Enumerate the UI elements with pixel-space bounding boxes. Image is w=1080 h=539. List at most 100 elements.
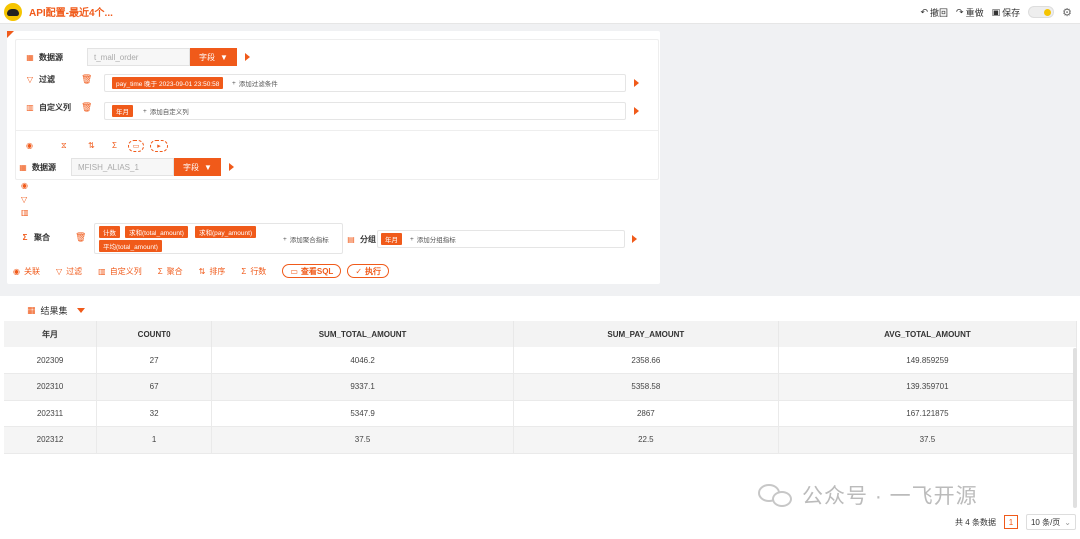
agg-tag[interactable]: 平均(total_amount) <box>99 240 162 252</box>
trash-icon[interactable]: 🗑 <box>75 232 86 243</box>
filter-box: pay_time 晚于 2023-09-01 23:50:58 + 添加过滤条件 <box>104 74 626 92</box>
table-icon: ▦ <box>27 305 36 315</box>
filter-button[interactable]: ▽ 过滤 <box>56 266 82 277</box>
caret-down-icon: ▼ <box>220 52 228 62</box>
view-sql-button[interactable]: ▭ 查看SQL <box>282 264 342 278</box>
custom-column-tag[interactable]: 年月 <box>112 105 133 117</box>
rows-button[interactable]: Σ 行数 <box>241 266 266 277</box>
trash-icon[interactable]: 🗑 <box>81 74 92 85</box>
app-title: API配置-最近4个... <box>29 8 113 19</box>
save-icon: ▣ <box>991 6 1001 17</box>
builder-toolbar: ◉ 关联 ▽ 过滤 ▥ 自定义列 Σ 聚合 ⇅ 排序 Σ 行数 ▭ 查看SQL ✓ 执行 <box>13 264 395 278</box>
page-number-button[interactable]: 1 <box>1003 515 1018 529</box>
table-cell: 149.859259 <box>778 347 1078 374</box>
app-logo <box>4 2 22 21</box>
add-filter-button[interactable]: + 添加过滤条件 <box>232 78 278 89</box>
add-custom-column-button[interactable]: + 添加自定义列 <box>143 106 189 117</box>
filter-icon: ▽ <box>26 75 34 84</box>
sum-icon[interactable]: Σ <box>112 141 117 150</box>
table-icon: ▦ <box>26 52 34 62</box>
field-button-2[interactable]: 字段 ▼ <box>174 158 221 176</box>
table-cell: 2358.66 <box>513 347 779 374</box>
add-aggregation-button[interactable]: + 添加聚合指标 <box>283 234 329 245</box>
filter-tag[interactable]: pay_time 晚于 2023-09-01 23:50:58 <box>112 77 224 89</box>
agg-tag[interactable]: 求和(total_amount) <box>125 226 188 238</box>
eye-icon[interactable]: ◉ <box>21 181 28 190</box>
sql-icon: ▭ <box>290 266 298 276</box>
gear-icon[interactable]: ⚙ <box>1062 6 1072 19</box>
custom-column-button[interactable]: ▥ 自定义列 <box>98 266 142 277</box>
datasource-input-2[interactable]: MFISH_ALIAS_1 <box>71 158 174 176</box>
agg-tag[interactable]: 计数 <box>99 226 120 238</box>
results-table: 年月 COUNT0 SUM_TOTAL_AMOUNT SUM_PAY_AMOUN… <box>4 321 1078 454</box>
table-cell: 167.121875 <box>778 400 1078 427</box>
results-header[interactable]: ▦ 结果集 <box>27 304 85 317</box>
eye-icon[interactable]: ◉ <box>26 141 33 150</box>
table-row: 202312 1 37.5 22.5 37.5 <box>4 426 1078 454</box>
filter-icon: ▽ <box>55 266 63 276</box>
sort-button[interactable]: ⇅ 排序 <box>199 266 226 277</box>
add-group-button[interactable]: + 添加分组指标 <box>410 234 456 245</box>
undo-button[interactable]: ↶ 撤回 <box>920 6 948 19</box>
vertical-scrollbar[interactable] <box>1073 348 1077 508</box>
redo-icon: ↷ <box>956 6 964 17</box>
datasource-row-1: ▦ 数据源 t_mall_order 字段 ▼ <box>25 48 250 66</box>
filter-icon[interactable]: ⧖ <box>61 141 67 151</box>
group-icon: ▤ <box>347 235 355 244</box>
sum-icon: Σ <box>157 266 163 276</box>
pagination: 共 4 条数据 1 10 条/页 ⌄ <box>955 514 1076 530</box>
table-cell: 202310 <box>4 373 97 401</box>
column-header[interactable]: SUM_PAY_AMOUNT <box>513 321 779 347</box>
aggregate-button[interactable]: Σ 聚合 <box>158 266 183 277</box>
expand-arrow-icon[interactable] <box>634 79 639 87</box>
join-button[interactable]: ◉ 关联 <box>13 266 40 277</box>
expand-arrow-icon[interactable] <box>245 53 250 61</box>
eye-icon: ◉ <box>13 266 20 276</box>
filter-icon[interactable]: ▽ <box>21 195 27 204</box>
save-button[interactable]: ▣ 保存 <box>992 6 1021 19</box>
table-cell: 2867 <box>513 400 779 427</box>
table-cell: 5347.9 <box>211 400 514 427</box>
table-cell: 139.359701 <box>778 373 1078 401</box>
group-label: ▤ 分组 <box>347 235 376 244</box>
agg-tag[interactable]: 求和(pay_amount) <box>195 226 257 238</box>
field-button[interactable]: 字段 ▼ <box>190 48 237 66</box>
table-cell: 37.5 <box>778 426 1078 454</box>
sql-pill-icon[interactable]: ▭ <box>128 140 144 152</box>
column-header[interactable]: 年月 <box>4 321 97 347</box>
wechat-logo-icon <box>758 482 794 508</box>
column-header[interactable]: COUNT0 <box>96 321 213 347</box>
column-header[interactable]: AVG_TOTAL_AMOUNT <box>778 321 1078 347</box>
datasource-row-2: ▦ 数据源 MFISH_ALIAS_1 字段 ▼ <box>18 158 234 176</box>
trash-icon[interactable]: 🗑 <box>81 102 92 113</box>
table-cell: 27 <box>96 347 213 374</box>
page-size-select[interactable]: 10 条/页 ⌄ <box>1025 514 1076 530</box>
watermark: 公众号 · 一飞开源 <box>758 480 978 510</box>
run-pill-icon[interactable]: ▸ <box>150 140 168 152</box>
plus-icon: + <box>410 235 414 243</box>
table-cell: 5358.58 <box>513 373 779 401</box>
expand-arrow-icon[interactable] <box>229 163 234 171</box>
total-count: 共 4 条数据 <box>955 517 996 527</box>
run-button[interactable]: ✓ 执行 <box>347 264 390 278</box>
table-cell: 202312 <box>4 426 97 454</box>
columns-icon[interactable]: ▥ <box>21 208 29 217</box>
caret-down-icon <box>76 308 85 313</box>
plus-icon: + <box>143 107 147 115</box>
group-box: 年月 + 添加分组指标 <box>377 230 625 248</box>
top-bar: API配置-最近4个... ↶ 撤回 ↷ 重做 ▣ 保存 ⚙ <box>0 0 1080 24</box>
datasource-input[interactable]: t_mall_order <box>87 48 190 66</box>
theme-toggle[interactable] <box>1028 6 1055 18</box>
table-icon: ▦ <box>19 162 27 172</box>
plus-icon: + <box>283 235 287 243</box>
expand-arrow-icon[interactable] <box>632 235 637 243</box>
sort-icon[interactable]: ⇅ <box>88 141 95 150</box>
custom-column-row: ▥ 自定义列 🗑 <box>26 102 93 113</box>
table-cell: 202309 <box>4 347 97 374</box>
table-cell: 202311 <box>4 400 97 427</box>
group-tag[interactable]: 年月 <box>381 233 402 245</box>
table-cell: 37.5 <box>211 426 514 454</box>
column-header[interactable]: SUM_TOTAL_AMOUNT <box>211 321 514 347</box>
expand-arrow-icon[interactable] <box>634 107 639 115</box>
redo-button[interactable]: ↷ 重做 <box>956 6 984 19</box>
